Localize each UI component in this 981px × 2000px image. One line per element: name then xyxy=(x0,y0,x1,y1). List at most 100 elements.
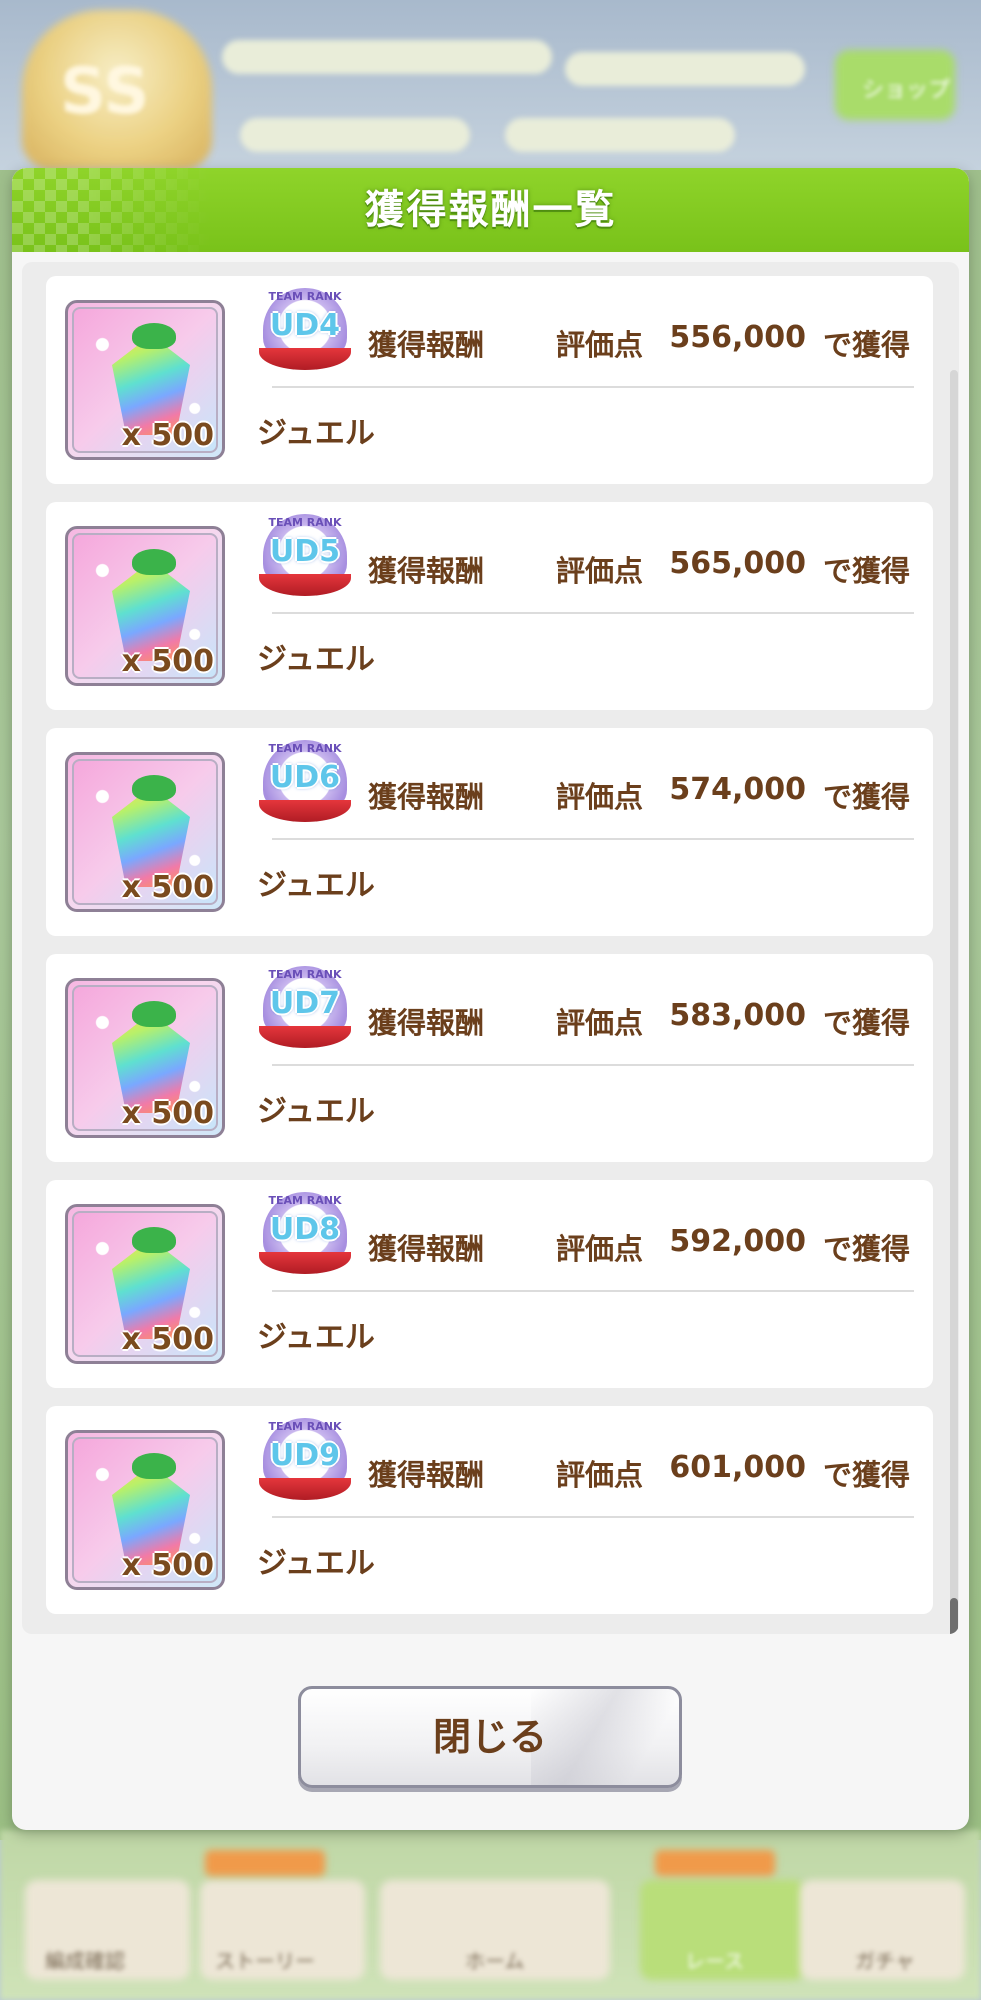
row-divider xyxy=(272,1064,914,1066)
nav-label: レース xyxy=(685,1949,744,1973)
item-name: ジュエル xyxy=(257,1320,375,1355)
obtain-label: で獲得 xyxy=(823,1232,911,1266)
jewel-leaf-icon xyxy=(132,1001,176,1027)
item-quantity: x 500 xyxy=(121,418,214,453)
rank-team-label: TEAM RANK xyxy=(268,968,342,981)
row-divider xyxy=(272,386,914,388)
rank-team-label: TEAM RANK xyxy=(268,290,342,303)
item-name: ジュエル xyxy=(257,868,375,903)
score-value: 556,000 xyxy=(669,320,806,355)
jewel-leaf-icon xyxy=(132,775,176,801)
rank-ribbon-icon xyxy=(259,1252,351,1274)
jewel-leaf-icon xyxy=(132,1227,176,1253)
item-name: ジュエル xyxy=(257,1094,375,1129)
rank-ribbon-icon xyxy=(259,348,351,370)
item-quantity: x 500 xyxy=(121,644,214,679)
scrollbar-thumb[interactable] xyxy=(950,1598,958,1634)
rank-code: UD9 xyxy=(269,1438,341,1473)
reward-label: 獲得報酬 xyxy=(368,780,485,814)
team-rank-badge-icon: TEAM RANK UD8 xyxy=(257,1192,353,1282)
score-value: 592,000 xyxy=(669,1224,806,1259)
obtain-label: で獲得 xyxy=(823,328,911,362)
rank-team-label: TEAM RANK xyxy=(268,1194,342,1207)
jewel-icon[interactable]: x 500 xyxy=(65,978,225,1138)
obtain-label: で獲得 xyxy=(823,1458,911,1492)
jewel-leaf-icon xyxy=(132,1453,176,1479)
progress-bar-secondary xyxy=(565,52,805,86)
score-value: 583,000 xyxy=(669,998,806,1033)
currency-bar-secondary xyxy=(505,118,735,152)
reward-list-dialog: 獲得報酬一覧 x 500 TEAM RANK UD4 獲得報酬 評価点 556,… xyxy=(12,168,969,1830)
reward-row: x 500 TEAM RANK UD9 獲得報酬 評価点 601,000 で獲得… xyxy=(46,1406,933,1614)
progress-bar xyxy=(222,40,552,74)
rank-ribbon-icon xyxy=(259,1026,351,1048)
row-divider xyxy=(272,1516,914,1518)
team-rank-badge-icon: TEAM RANK UD7 xyxy=(257,966,353,1056)
rank-ribbon-icon xyxy=(259,574,351,596)
nav-label: ホーム xyxy=(465,1949,525,1973)
score-label: 評価点 xyxy=(556,780,644,814)
score-label: 評価点 xyxy=(556,1458,644,1492)
scrollbar-track[interactable] xyxy=(950,370,958,1634)
score-value: 601,000 xyxy=(669,1450,806,1485)
shop-button-label: ショップ xyxy=(862,78,951,103)
jewel-leaf-icon xyxy=(132,549,176,575)
reward-row: x 500 TEAM RANK UD4 獲得報酬 評価点 556,000 で獲得… xyxy=(46,276,933,484)
jewel-icon[interactable]: x 500 xyxy=(65,752,225,912)
rank-team-label: TEAM RANK xyxy=(268,1420,342,1433)
reward-label: 獲得報酬 xyxy=(368,1458,485,1492)
rank-ribbon-icon xyxy=(259,800,351,822)
obtain-label: で獲得 xyxy=(823,780,911,814)
item-name: ジュエル xyxy=(257,642,375,677)
nav-label: ストーリー xyxy=(215,1949,315,1973)
item-quantity: x 500 xyxy=(121,1096,214,1131)
reward-label: 獲得報酬 xyxy=(368,1232,485,1266)
close-button-label: 閉じる xyxy=(432,1715,547,1759)
close-button[interactable]: 閉じる xyxy=(298,1686,682,1788)
team-rank-badge-icon: TEAM RANK UD6 xyxy=(257,740,353,830)
rank-team-label: TEAM RANK xyxy=(268,742,342,755)
score-label: 評価点 xyxy=(556,554,644,588)
rank-emblem-text: SS xyxy=(60,55,150,129)
jewel-icon[interactable]: x 500 xyxy=(65,1430,225,1590)
score-label: 評価点 xyxy=(556,1006,644,1040)
rank-code: UD6 xyxy=(269,760,341,795)
reward-row: x 500 TEAM RANK UD6 獲得報酬 評価点 574,000 で獲得… xyxy=(46,728,933,936)
reward-label: 獲得報酬 xyxy=(368,1006,485,1040)
obtain-label: で獲得 xyxy=(823,554,911,588)
jewel-icon[interactable]: x 500 xyxy=(65,1204,225,1364)
nav-badge xyxy=(655,1850,775,1876)
nav-label: ガチャ xyxy=(855,1949,915,1973)
team-rank-badge-icon: TEAM RANK UD9 xyxy=(257,1418,353,1508)
rank-team-label: TEAM RANK xyxy=(268,516,342,529)
row-divider xyxy=(272,838,914,840)
reward-row: x 500 TEAM RANK UD5 獲得報酬 評価点 565,000 で獲得… xyxy=(46,502,933,710)
dialog-title: 獲得報酬一覧 xyxy=(364,187,617,233)
jewel-icon[interactable]: x 500 xyxy=(65,300,225,460)
dialog-header: 獲得報酬一覧 xyxy=(12,168,969,252)
rank-ribbon-icon xyxy=(259,1478,351,1500)
score-label: 評価点 xyxy=(556,328,644,362)
currency-bar xyxy=(240,118,470,152)
rank-code: UD5 xyxy=(269,534,341,569)
row-divider xyxy=(272,612,914,614)
jewel-icon[interactable]: x 500 xyxy=(65,526,225,686)
rank-code: UD7 xyxy=(269,986,341,1021)
reward-label: 獲得報酬 xyxy=(368,328,485,362)
score-value: 574,000 xyxy=(669,772,806,807)
item-quantity: x 500 xyxy=(121,1322,214,1357)
obtain-label: で獲得 xyxy=(823,1006,911,1040)
reward-list[interactable]: x 500 TEAM RANK UD4 獲得報酬 評価点 556,000 で獲得… xyxy=(22,262,959,1634)
score-label: 評価点 xyxy=(556,1232,644,1266)
row-divider xyxy=(272,1290,914,1292)
rank-code: UD8 xyxy=(269,1212,341,1247)
jewel-leaf-icon xyxy=(132,323,176,349)
item-quantity: x 500 xyxy=(121,1548,214,1583)
rank-code: UD4 xyxy=(269,308,341,343)
team-rank-badge-icon: TEAM RANK UD4 xyxy=(257,288,353,378)
nav-badge xyxy=(205,1850,325,1876)
item-name: ジュエル xyxy=(257,416,375,451)
item-quantity: x 500 xyxy=(121,870,214,905)
reward-row: x 500 TEAM RANK UD8 獲得報酬 評価点 592,000 で獲得… xyxy=(46,1180,933,1388)
team-rank-badge-icon: TEAM RANK UD5 xyxy=(257,514,353,604)
